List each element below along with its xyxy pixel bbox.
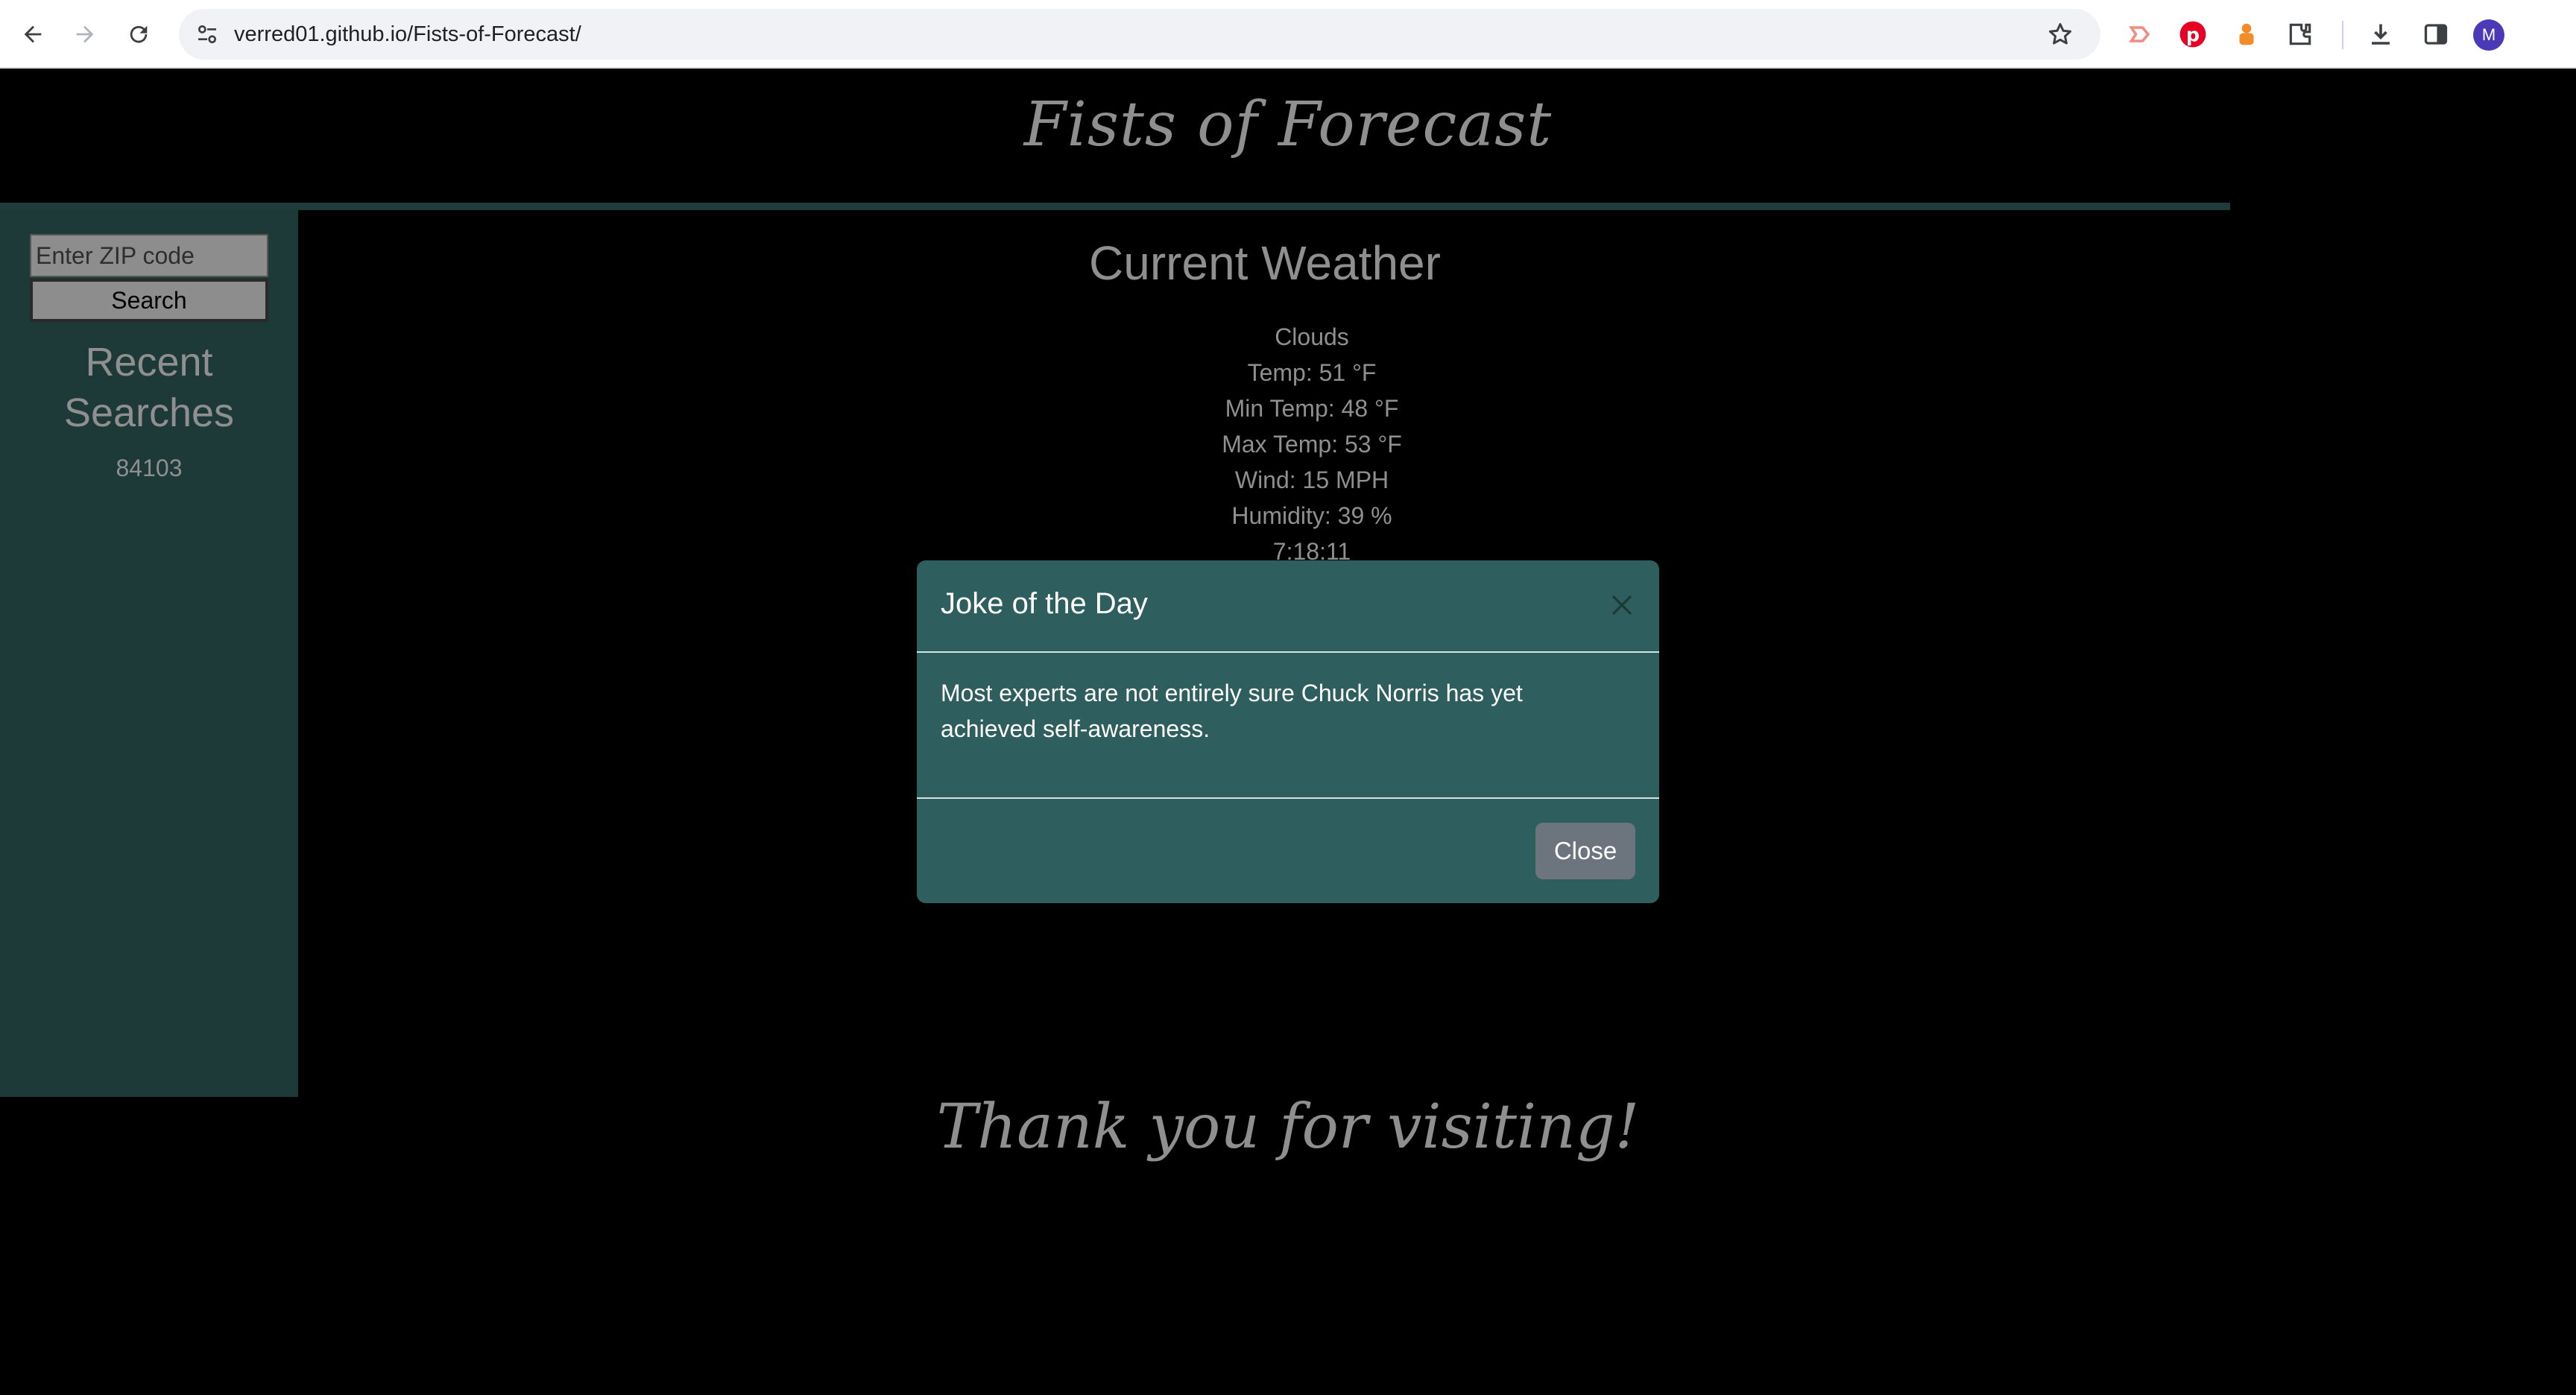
- url-text: verred01.github.io/Fists-of-Forecast/: [234, 9, 581, 60]
- search-button[interactable]: Search: [30, 279, 268, 322]
- forward-arrow-icon[interactable]: [64, 13, 106, 55]
- extension-puzzle-icon[interactable]: [2227, 15, 2266, 54]
- close-icon[interactable]: [1606, 589, 1638, 621]
- download-icon[interactable]: [2361, 15, 2400, 54]
- weather-wind: Wind: 15 MPH: [1234, 466, 1389, 493]
- reload-icon[interactable]: [118, 13, 160, 55]
- header-divider: [0, 203, 2230, 210]
- modal-header-divider: [917, 651, 1659, 653]
- modal-close-button[interactable]: Close: [1535, 823, 1635, 879]
- svg-text:p: p: [2186, 24, 2200, 46]
- modal-footer-divider: [917, 797, 1659, 799]
- url-host: verred01.github.io: [234, 22, 408, 46]
- weather-humidity: Humidity: 39 %: [1231, 502, 1392, 529]
- weather-min-temp: Min Temp: 48 °F: [1225, 395, 1399, 422]
- browser-toolbar: verred01.github.io/Fists-of-Forecast/ p …: [0, 0, 2576, 69]
- site-title: Fists of Forecast: [1023, 89, 1553, 160]
- side-panel-icon[interactable]: [2416, 15, 2455, 54]
- current-weather-title: Current Weather: [1089, 236, 1441, 290]
- zip-input[interactable]: [30, 234, 268, 277]
- recent-searches-title: Recent Searches: [63, 340, 235, 435]
- joke-modal: Joke of the Day Most experts are not ent…: [917, 560, 1659, 903]
- modal-title: Joke of the Day: [941, 587, 1148, 620]
- modal-joke-text: Most experts are not entirely sure Chuck…: [941, 680, 1523, 742]
- weather-temp: Temp: 51 °F: [1247, 359, 1377, 386]
- recent-search-item[interactable]: 84103: [0, 455, 298, 482]
- extension-cast-icon[interactable]: [2120, 15, 2159, 54]
- back-arrow-icon[interactable]: [12, 13, 54, 55]
- address-bar[interactable]: verred01.github.io/Fists-of-Forecast/: [179, 9, 2100, 60]
- weather-max-temp: Max Temp: 53 °F: [1222, 431, 1402, 458]
- footer-thank-you: Thank you for visiting!: [936, 1092, 1640, 1162]
- profile-avatar[interactable]: M: [2473, 19, 2504, 51]
- weather-condition: Clouds: [1275, 323, 1349, 350]
- weather-details: Clouds Temp: 51 °F Min Temp: 48 °F Max T…: [939, 319, 1685, 569]
- url-path: /Fists-of-Forecast/: [407, 22, 581, 46]
- toolbar-separator: [2342, 21, 2343, 49]
- bookmark-star-icon[interactable]: [2042, 16, 2078, 52]
- extension-icon[interactable]: [2281, 15, 2320, 54]
- pinterest-icon[interactable]: p: [2174, 15, 2212, 54]
- site-settings-icon[interactable]: [192, 19, 222, 49]
